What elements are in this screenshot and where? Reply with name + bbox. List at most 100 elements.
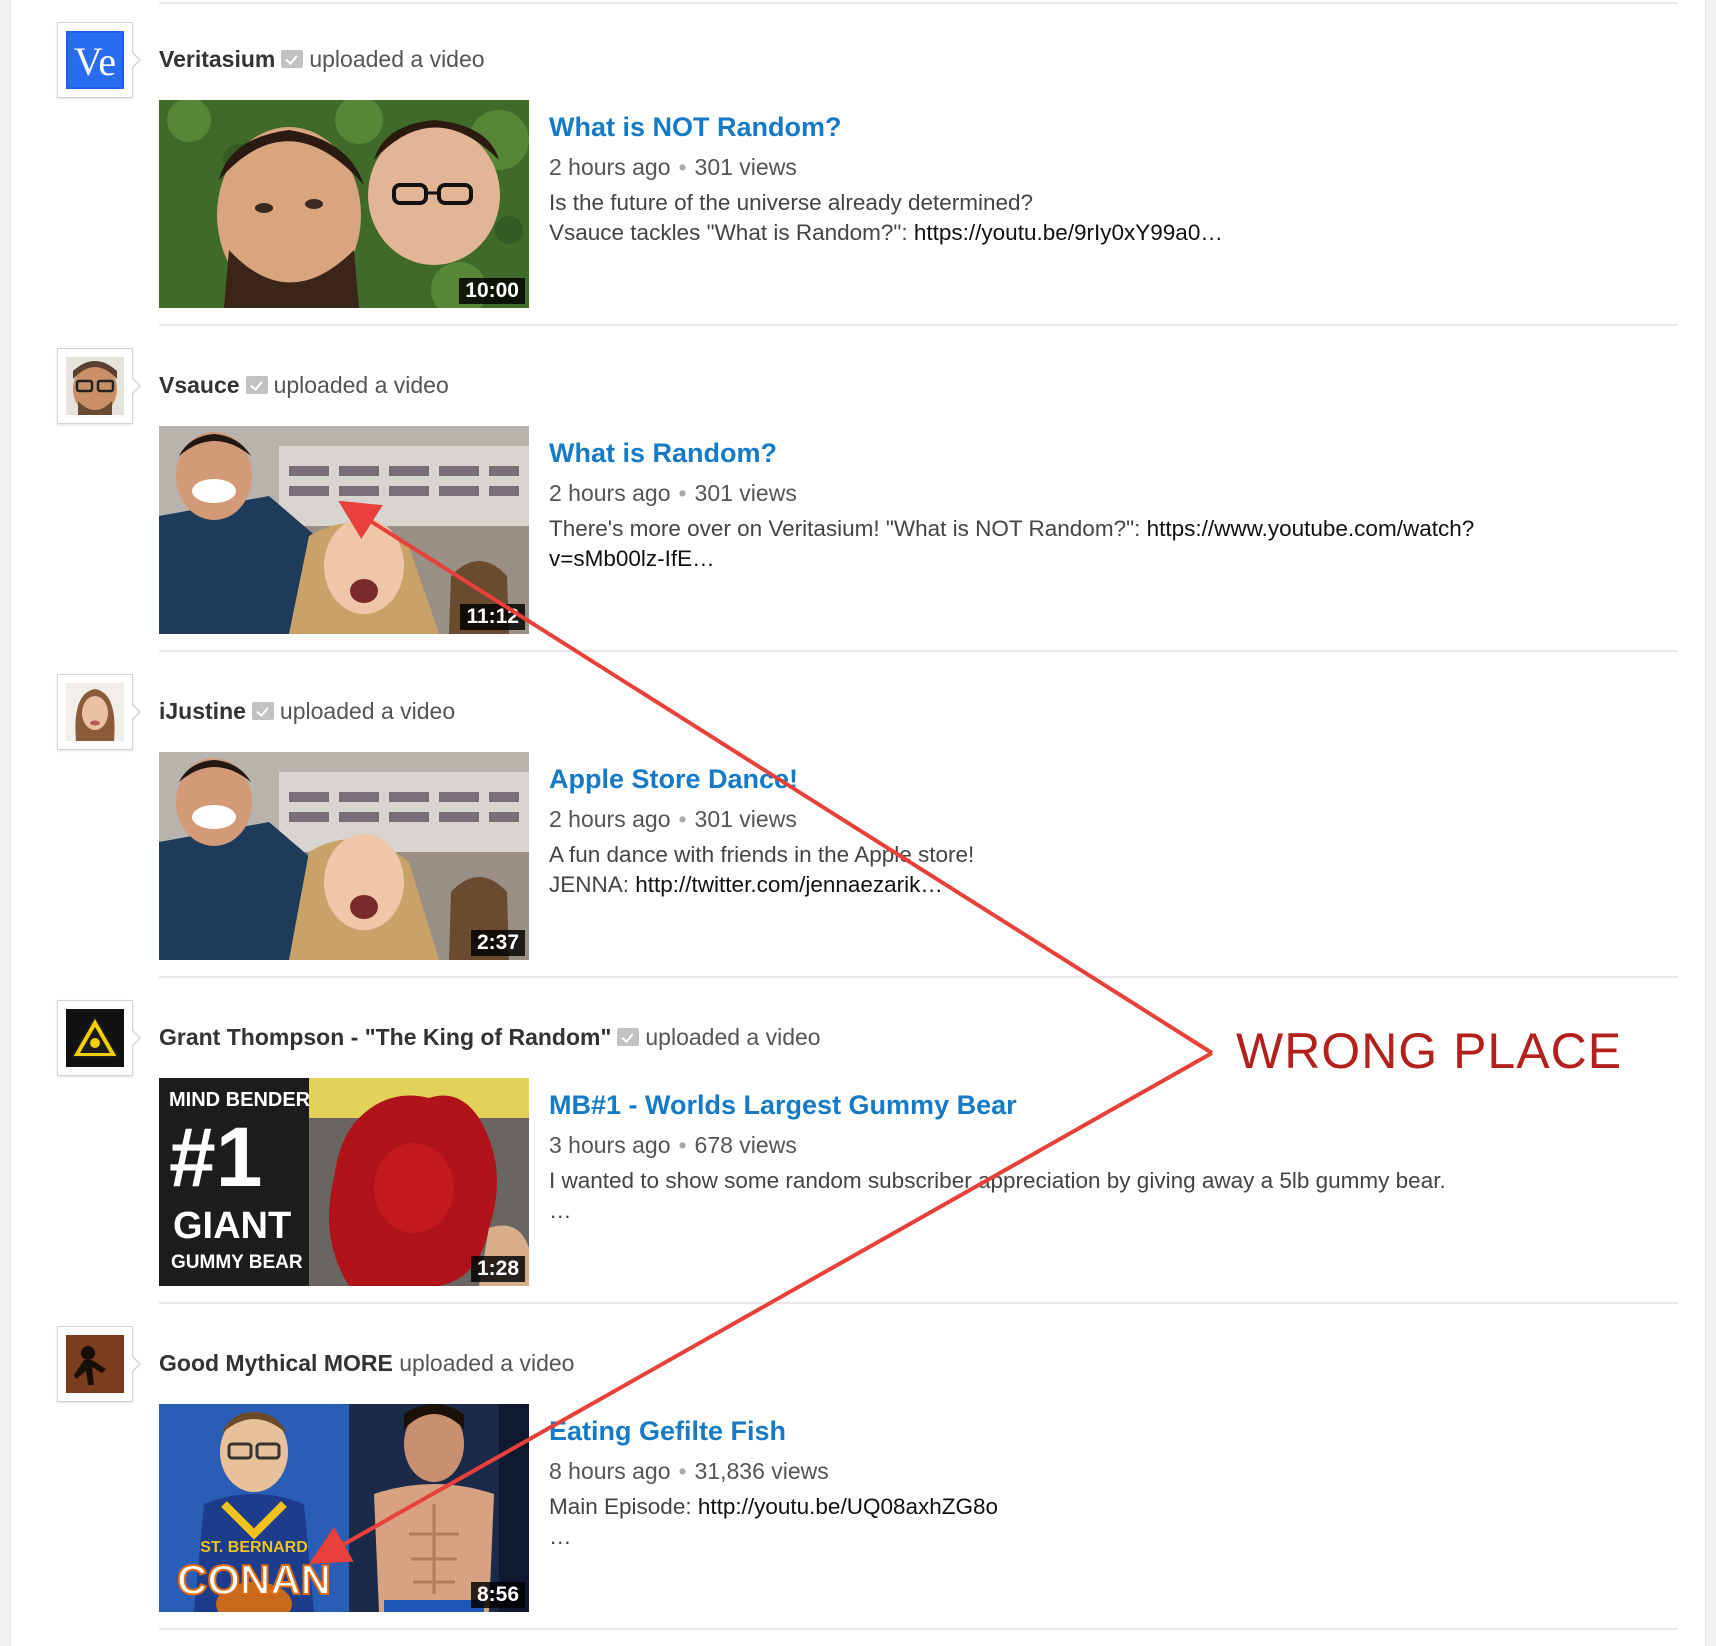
video-meta: 2 hours ago • 301 views [549,154,797,181]
description-link[interactable]: https://www.youtube.com/watch? [1147,516,1475,541]
video-meta: 2 hours ago • 301 views [549,480,797,507]
feed-headline: Good Mythical MORE uploaded a video [159,1350,574,1377]
video-duration: 11:12 [460,604,525,630]
description-link[interactable]: http://youtu.be/UQ08axhZG8o [698,1494,998,1519]
feed-item: Good Mythical MORE uploaded a video ST. … [11,1304,1707,1630]
video-meta: 8 hours ago • 31,836 views [549,1458,829,1485]
feed-headline: Vsauce uploaded a video [159,372,449,399]
upload-time: 8 hours ago [549,1458,671,1484]
view-count: 678 views [694,1132,797,1158]
video-description: A fun dance with friends in the Apple st… [549,840,1549,900]
annotation-label: WRONG PLACE [1236,1023,1623,1079]
description-line: There's more over on Veritasium! "What i… [549,514,1549,544]
video-title-link[interactable]: Eating Gefilte Fish [549,1416,786,1447]
description-text: JENNA: [549,872,636,897]
video-title-link[interactable]: What is NOT Random? [549,112,842,143]
channel-name-link[interactable]: Vsauce [159,372,240,398]
verified-check-icon [617,1028,640,1046]
video-duration: 1:28 [470,1256,525,1282]
description-ellipsis[interactable]: … [549,1522,1549,1552]
description-line: I wanted to show some random subscriber … [549,1168,1446,1193]
description-text: There's more over on Veritasium! "What i… [549,516,1147,541]
video-duration: 8:56 [470,1582,525,1608]
channel-avatar[interactable] [57,674,141,750]
meta-separator-dot: • [678,806,687,832]
video-meta: 3 hours ago • 678 views [549,1132,797,1159]
description-text: Vsauce tackles "What is Random?": [549,220,914,245]
king-of-random-logo-icon [66,1009,124,1067]
channel-name-link[interactable]: Grant Thompson - "The King of Random" [159,1024,611,1050]
veritasium-logo-icon: Ve [66,31,124,89]
channel-avatar[interactable] [57,348,141,424]
thumb-caption: ST. BERNARD [200,1539,308,1556]
channel-avatar[interactable] [57,1326,141,1402]
thumbnail-image: MIND BENDER #1 GIANT GUMMY BEAR [159,1078,529,1286]
feed-item: Ve Veritasium uploaded a video 10:00 Wha… [11,0,1707,326]
video-description: I wanted to show some random subscriber … [549,1166,1549,1226]
meta-separator-dot: • [678,480,687,506]
channel-name-link[interactable]: iJustine [159,698,246,724]
action-text: uploaded a video [645,1024,821,1050]
upload-time: 2 hours ago [549,154,671,180]
description-link[interactable]: http://twitter.com/jennaezarik… [635,872,943,897]
video-description: Is the future of the universe already de… [549,188,1549,248]
thumbnail-image [159,100,529,308]
feed-headline: Grant Thompson - "The King of Random" upl… [159,1024,821,1051]
video-title-link[interactable]: MB#1 - Worlds Largest Gummy Bear [549,1090,1017,1121]
verified-check-icon [245,376,268,394]
thumb-caption: MIND BENDER [169,1089,311,1111]
subscription-feed: Ve Veritasium uploaded a video 10:00 Wha… [10,0,1706,1646]
ijustine-face-icon [66,683,124,741]
video-meta: 2 hours ago • 301 views [549,806,797,833]
action-text: uploaded a video [279,698,456,724]
video-thumbnail[interactable]: 2:37 [159,752,529,960]
good-mythical-logo-icon [66,1335,124,1393]
description-line: A fun dance with friends in the Apple st… [549,842,975,867]
description-line: Main Episode: http://youtu.be/UQ08axhZG8… [549,1492,1549,1522]
conan-logo-text: CONAN [177,1556,331,1603]
video-thumbnail[interactable]: 11:12 [159,426,529,634]
action-text: uploaded a video [273,372,449,398]
thumbnail-image: ST. BERNARD CONAN [159,1404,529,1612]
description-link-continued[interactable]: v=sMb00lz-IfE… [549,544,1549,574]
video-description: There's more over on Veritasium! "What i… [549,514,1549,574]
channel-avatar[interactable] [57,1000,141,1076]
thumb-caption: #1 [169,1110,262,1204]
view-count: 31,836 views [694,1458,829,1484]
verified-check-icon [281,50,304,68]
description-link[interactable]: https://youtu.be/9rIy0xY99a0… [914,220,1223,245]
action-text: uploaded a video [399,1350,575,1376]
thumb-caption: GIANT [173,1205,291,1247]
view-count: 301 views [694,154,797,180]
upload-time: 3 hours ago [549,1132,671,1158]
video-title-link[interactable]: What is Random? [549,438,777,469]
video-thumbnail[interactable]: ST. BERNARD CONAN 8:56 [159,1404,529,1612]
meta-separator-dot: • [678,1132,687,1158]
feed-headline: iJustine uploaded a video [159,698,455,725]
thumb-caption: GUMMY BEAR [171,1252,303,1273]
video-title-link[interactable]: Apple Store Dance! [549,764,798,795]
channel-name-link[interactable]: Good Mythical MORE [159,1350,393,1376]
video-thumbnail[interactable]: 10:00 [159,100,529,308]
video-description: Main Episode: http://youtu.be/UQ08axhZG8… [549,1492,1549,1552]
video-duration: 10:00 [459,278,525,304]
feed-item: Vsauce uploaded a video 11:12 What is Ra… [11,326,1707,652]
upload-time: 2 hours ago [549,480,671,506]
channel-name-link[interactable]: Veritasium [159,46,275,72]
action-text: uploaded a video [309,46,485,72]
view-count: 301 views [694,806,797,832]
verified-check-icon [251,702,274,720]
video-thumbnail[interactable]: MIND BENDER #1 GIANT GUMMY BEAR 1:28 [159,1078,529,1286]
thumbnail-image [159,426,529,634]
description-ellipsis[interactable]: … [549,1196,1549,1226]
channel-avatar[interactable]: Ve [57,22,141,98]
description-line: JENNA: http://twitter.com/jennaezarik… [549,870,1549,900]
description-text: Main Episode: [549,1494,698,1519]
video-duration: 2:37 [470,930,525,956]
description-line: Vsauce tackles "What is Random?": https:… [549,218,1549,248]
description-line: Is the future of the universe already de… [549,190,1034,215]
vsauce-face-icon [66,357,124,415]
view-count: 301 views [694,480,797,506]
svg-text:Ve: Ve [74,39,116,84]
feed-headline: Veritasium uploaded a video [159,46,485,73]
